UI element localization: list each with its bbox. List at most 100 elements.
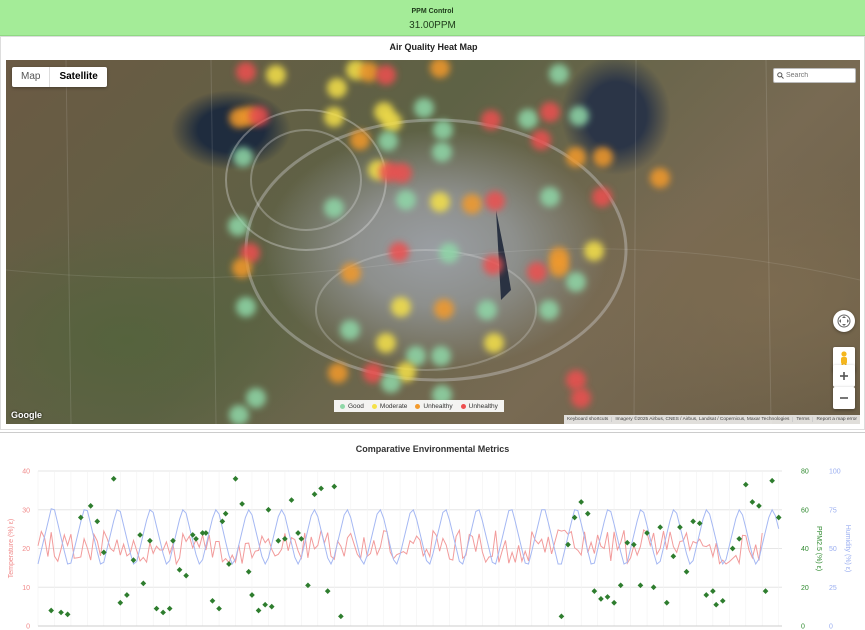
legend-swatch-moderate — [372, 404, 377, 409]
heat-point — [592, 187, 612, 207]
heat-point — [584, 241, 604, 261]
legend-label-unhealthy-sensitive: Unhealthy — [423, 403, 452, 410]
pan-control-button[interactable] — [833, 310, 855, 332]
heat-point — [539, 300, 559, 320]
environmental-metrics-card: Comparative Environmental Metrics 010203… — [0, 432, 865, 629]
heat-point — [328, 363, 348, 383]
heat-point — [430, 192, 450, 212]
map-type-control: Map Satellite — [12, 67, 107, 87]
heat-point-blob — [359, 62, 379, 82]
heat-point — [439, 243, 459, 263]
heat-point-blob — [566, 370, 586, 390]
map-type-map-button[interactable]: Map — [12, 67, 49, 87]
heat-point — [431, 346, 451, 366]
zoom-in-button[interactable] — [833, 365, 855, 387]
heat-point — [341, 263, 361, 283]
ppm-data-point — [275, 538, 281, 544]
heat-point — [433, 120, 453, 140]
right-axis-humidity-tick-label: 100 — [829, 469, 841, 476]
heat-point — [566, 147, 586, 167]
ppm-data-point — [657, 524, 663, 530]
heat-point-blob — [549, 64, 569, 84]
ppm-data-point — [177, 567, 183, 573]
heat-point-blob — [363, 363, 383, 383]
heat-point-blob — [376, 333, 396, 353]
map-search-input[interactable] — [786, 72, 852, 79]
heat-point — [571, 388, 591, 408]
legend-swatch-good — [340, 404, 345, 409]
ppm-data-point — [266, 507, 272, 513]
left-axis-tick-label: 10 — [22, 585, 30, 592]
left-axis-tick-label: 0 — [26, 624, 30, 630]
heat-point — [376, 65, 396, 85]
heat-point-blob — [432, 142, 452, 162]
heat-point-blob — [266, 65, 286, 85]
left-axis-tick-label: 30 — [22, 507, 30, 514]
heat-point-blob — [569, 106, 589, 126]
heat-point — [363, 363, 383, 383]
ppm-data-point — [331, 484, 337, 490]
heat-point — [650, 168, 670, 188]
heat-map-card: Air Quality Heat Map Map Satellite — [0, 36, 865, 430]
right-axis-humidity-tick-label: 0 — [829, 624, 833, 630]
ppm-data-point — [239, 501, 245, 507]
heat-point — [569, 106, 589, 126]
ppm-data-point — [117, 600, 123, 606]
ppm-data-point — [88, 503, 94, 509]
heat-point — [236, 297, 256, 317]
heat-point-blob — [431, 346, 451, 366]
terms-link[interactable]: Terms — [792, 417, 812, 422]
ppm-data-point — [249, 592, 255, 598]
map-type-satellite-button[interactable]: Satellite — [49, 67, 106, 87]
right-axis-ppm-tick-label: 40 — [801, 546, 809, 553]
right-axis-humidity-tick-label: 75 — [829, 507, 837, 514]
heat-point — [481, 110, 501, 130]
pan-arrows-icon — [837, 314, 851, 328]
heat-point-blob — [539, 300, 559, 320]
ppm-data-point — [750, 499, 756, 505]
report-map-error-link[interactable]: Report a map error — [812, 417, 860, 422]
satellite-map[interactable]: Map Satellite — [6, 60, 860, 424]
ppm-data-point — [713, 602, 719, 608]
ppm-data-point — [592, 588, 598, 594]
heat-point-blob — [571, 388, 591, 408]
heat-point-blob — [327, 78, 347, 98]
ppm-data-point — [677, 524, 683, 530]
ppm-data-point — [578, 499, 584, 505]
heat-point — [518, 109, 538, 129]
heat-point-blob — [484, 333, 504, 353]
right-axis-ppm-tick-label: 20 — [801, 585, 809, 592]
heat-map-title: Air Quality Heat Map — [1, 42, 865, 52]
heat-point — [549, 257, 569, 277]
ppm-data-point — [183, 573, 189, 579]
heat-point — [540, 102, 560, 122]
heat-point-blob — [592, 187, 612, 207]
heat-point-blob — [340, 320, 360, 340]
keyboard-shortcuts-link[interactable]: Keyboard shortcuts — [564, 417, 611, 422]
heat-point-blob — [381, 373, 401, 393]
legend-label-good: Good — [348, 403, 364, 410]
heat-point — [432, 142, 452, 162]
heat-point — [531, 130, 551, 150]
ppm-data-point — [585, 511, 591, 517]
google-logo: Google — [11, 410, 42, 420]
heat-point-blob — [566, 272, 586, 292]
heat-point-blob — [481, 110, 501, 130]
left-axis-label: Temperature (%) ε) — [8, 519, 15, 579]
heat-point-blob — [229, 405, 249, 424]
heat-point-blob — [324, 198, 344, 218]
heat-point-blob — [518, 109, 538, 129]
ppm-data-point — [743, 482, 749, 488]
ppm-data-point — [65, 612, 71, 618]
ppm-data-point — [730, 546, 736, 552]
heat-point-blob — [650, 168, 670, 188]
heat-point — [477, 300, 497, 320]
ppm-control-value: 31.00PPM — [0, 20, 865, 31]
zoom-out-button[interactable] — [833, 387, 855, 409]
heat-point-blob — [485, 191, 505, 211]
plus-icon — [839, 371, 849, 381]
right-axis-humidity-tick-label: 25 — [829, 585, 837, 592]
minus-icon — [839, 393, 849, 403]
ppm-data-point — [94, 519, 100, 525]
ppm-data-point — [671, 553, 677, 559]
